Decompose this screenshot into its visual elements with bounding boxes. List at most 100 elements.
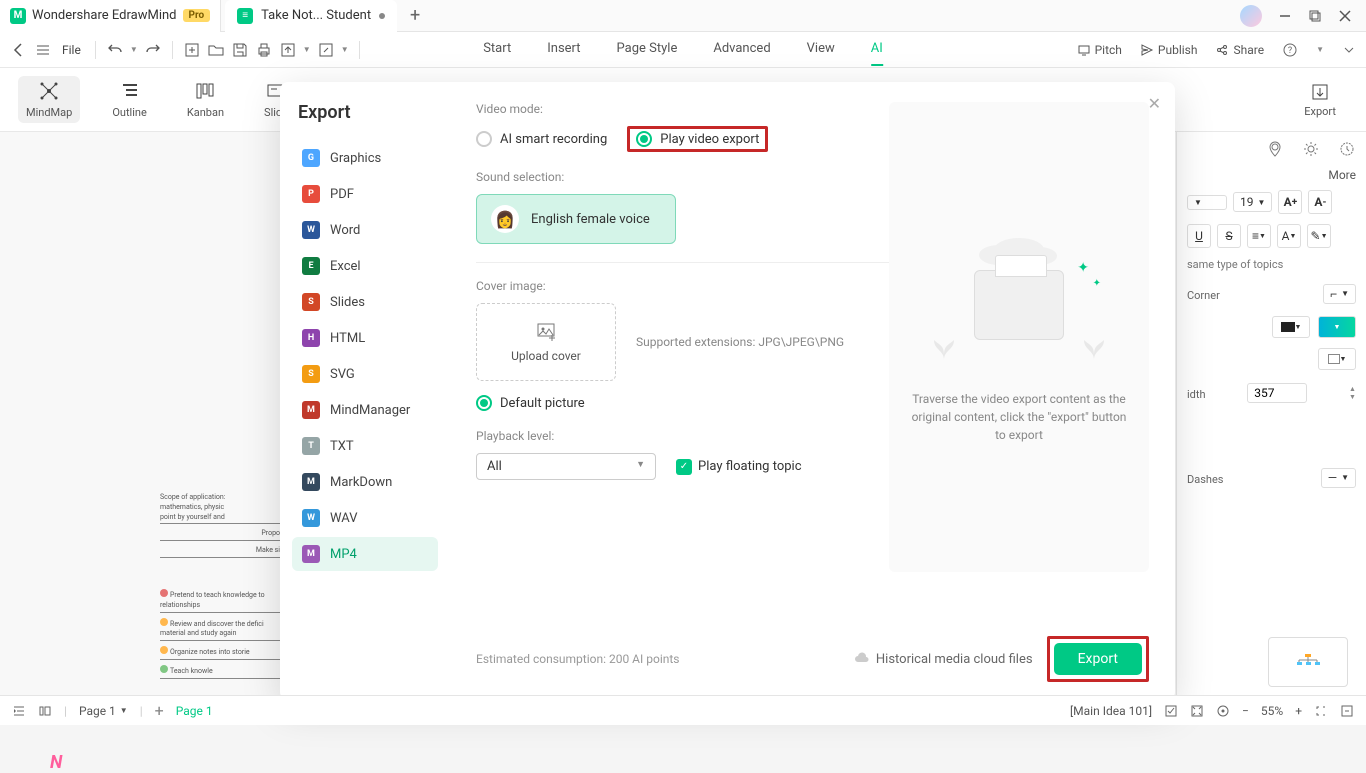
history-icon[interactable] [1338,140,1356,158]
publish-button[interactable]: Publish [1140,43,1198,57]
kanban-icon [194,80,216,102]
strikethrough-button[interactable]: S [1217,224,1241,248]
export-modal: ✕ Export GGraphicsPPDFWWordEExcelSSlides… [280,82,1175,700]
font-decrease-button[interactable]: A- [1308,190,1332,214]
format-pdf[interactable]: PPDF [292,177,438,211]
font-family-select[interactable]: ▼ [1187,195,1227,210]
width-down[interactable]: ▼ [1349,393,1356,401]
new-icon[interactable] [183,41,201,59]
width-input[interactable] [1247,383,1307,403]
format-html[interactable]: HHTML [292,321,438,355]
format-txt[interactable]: TTXT [292,429,438,463]
printer-icon [974,270,1064,340]
format-panel: More ▼ 19▼ A+ A- U S ≡▼ A▼ ✎▼ same type … [1176,132,1366,695]
add-tab-button[interactable]: + [403,4,427,28]
font-color-button[interactable]: A▼ [1277,224,1301,248]
format-mp4[interactable]: MMP4 [292,537,438,571]
format-icon: G [302,149,320,167]
cloud-files-link[interactable]: Historical media cloud files [854,651,1033,667]
target-icon[interactable] [1216,704,1230,718]
gradient-picker[interactable]: ▼ [1318,316,1356,338]
edit-icon[interactable] [317,41,335,59]
format-svg[interactable]: SSVG [292,357,438,391]
gear-icon[interactable] [1302,140,1320,158]
close-icon[interactable] [1338,9,1352,23]
align-button[interactable]: ≡▼ [1247,224,1271,248]
minimize-icon[interactable] [1278,9,1292,23]
export-ribbon-button[interactable]: Export [1304,81,1348,118]
fullscreen-icon[interactable] [1314,704,1328,718]
estimate-text: Estimated consumption: 200 AI points [476,652,679,666]
back-icon[interactable] [10,41,28,59]
fit-icon[interactable] [1190,704,1204,718]
panel-icon[interactable] [38,704,52,718]
indent-icon[interactable] [12,704,26,718]
play-video-export-radio[interactable]: Play video export [636,131,759,147]
highlight-button[interactable]: ✎▼ [1307,224,1331,248]
document-tab[interactable]: ≡ Take Not... Student [225,0,397,32]
format-mindmanager[interactable]: MMindManager [292,393,438,427]
share-button[interactable]: Share [1215,43,1264,57]
mindmap-view-button[interactable]: MindMap [18,76,80,123]
cloud-icon [854,651,870,667]
user-avatar[interactable] [1240,5,1262,27]
border-color-picker[interactable]: ▼ [1318,348,1356,370]
mindmap-icon [38,80,60,102]
voice-selection[interactable]: 👩 English female voice [476,194,676,244]
format-wav[interactable]: WWAV [292,501,438,535]
play-floating-checkbox[interactable]: ✓Play floating topic [676,459,802,475]
menu-insert[interactable]: Insert [547,33,580,66]
menu-advanced[interactable]: Advanced [713,33,770,66]
collapse-icon[interactable] [1342,43,1356,57]
export-tb-icon[interactable] [279,41,297,59]
export-button[interactable]: Export [1054,643,1142,675]
menu-view[interactable]: View [807,33,835,66]
page-select[interactable]: Page 1 ▼ [79,704,128,718]
dashes-select[interactable]: — ▼ [1321,468,1356,488]
width-up[interactable]: ▲ [1349,385,1356,393]
menu-start[interactable]: Start [483,33,511,66]
undo-icon[interactable] [106,41,124,59]
redo-icon[interactable] [144,41,162,59]
format-icon: M [302,401,320,419]
sparkle-icon: ✦ [1077,260,1089,276]
underline-button[interactable]: U [1187,224,1211,248]
pitch-icon [1077,43,1091,57]
format-word[interactable]: WWord [292,213,438,247]
kanban-view-button[interactable]: Kanban [179,76,232,123]
format-slides[interactable]: SSlides [292,285,438,319]
zoom-in-button[interactable]: + [1295,704,1302,718]
zoom-out-button[interactable]: − [1242,704,1249,718]
current-page[interactable]: Page 1 [176,704,213,718]
outline-view-button[interactable]: Outline [104,76,155,123]
fill-color-picker[interactable]: ▼ [1272,316,1310,338]
menu-icon[interactable] [34,41,52,59]
help-icon[interactable]: ? [1282,42,1298,58]
menu-page-style[interactable]: Page Style [617,33,678,66]
save-icon[interactable] [231,41,249,59]
ai-smart-recording-radio[interactable]: AI smart recording [476,131,607,147]
format-excel[interactable]: EExcel [292,249,438,283]
location-icon[interactable] [1266,140,1284,158]
menu-ai[interactable]: AI [871,33,883,66]
pitch-button[interactable]: Pitch [1077,43,1122,57]
corner-select[interactable]: ⌐ ▼ [1323,284,1356,304]
doc-title: Take Not... Student [261,8,371,23]
maximize-icon[interactable] [1308,9,1322,23]
doc-icon: ≡ [237,8,253,24]
font-size-select[interactable]: 19▼ [1233,192,1272,212]
file-menu[interactable]: File [58,43,85,57]
format-graphics[interactable]: GGraphics [292,141,438,175]
open-icon[interactable] [207,41,225,59]
upload-cover-button[interactable]: Upload cover [476,303,616,381]
more-link[interactable]: More [1187,168,1356,182]
format-markdown[interactable]: MMarkDown [292,465,438,499]
minimap[interactable] [1268,637,1348,687]
add-page-button[interactable]: + [155,701,164,720]
playback-level-select[interactable]: All▼ [476,453,656,480]
font-increase-button[interactable]: A+ [1278,190,1302,214]
print-icon[interactable] [255,41,273,59]
collapse-panel-icon[interactable] [1340,704,1354,718]
watermark-logo: N [50,752,62,773]
checklist-icon[interactable] [1164,704,1178,718]
